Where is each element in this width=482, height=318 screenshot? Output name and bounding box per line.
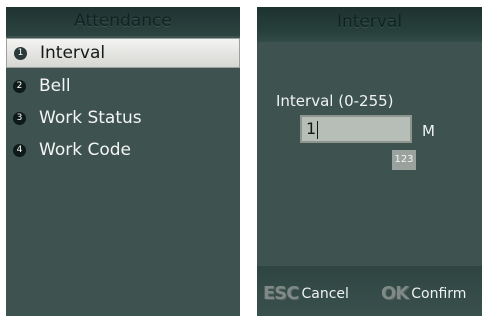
attendance-screen: Attendance 1 Interval 2 Bell 3 Work Stat… bbox=[6, 7, 240, 316]
cancel-label: Cancel bbox=[301, 285, 349, 302]
cancel-button[interactable]: ESC Cancel bbox=[263, 283, 349, 304]
menu-item-interval[interactable]: 1 Interval bbox=[6, 38, 240, 68]
menu-item-bell[interactable]: 2 Bell bbox=[6, 70, 240, 102]
number-badge-icon: 1 bbox=[14, 46, 27, 60]
menu-item-work-code[interactable]: 4 Work Code bbox=[6, 134, 240, 166]
number-badge-icon: 2 bbox=[13, 79, 26, 93]
input-mode-badge: 123 bbox=[392, 150, 416, 170]
confirm-label: Confirm bbox=[411, 285, 467, 302]
interval-value: 1 bbox=[306, 119, 317, 138]
text-cursor bbox=[317, 120, 319, 139]
menu-item-label: Work Status bbox=[39, 108, 142, 128]
screen-title: Attendance bbox=[6, 7, 240, 36]
confirm-button[interactable]: OK Confirm bbox=[381, 283, 466, 304]
number-badge-icon: 3 bbox=[13, 111, 26, 125]
number-badge-icon: 4 bbox=[13, 143, 26, 157]
esc-key-icon: ESC bbox=[263, 283, 299, 304]
unit-label: M bbox=[422, 122, 435, 140]
screen-title: Interval bbox=[257, 7, 482, 42]
menu-item-label: Work Code bbox=[39, 140, 131, 160]
interval-field-label: Interval (0-255) bbox=[276, 92, 394, 110]
interval-screen: Interval Interval (0-255) 1 M 123 ESC Ca… bbox=[257, 7, 482, 316]
menu-item-work-status[interactable]: 3 Work Status bbox=[6, 102, 240, 134]
attendance-menu: 1 Interval 2 Bell 3 Work Status 4 Work C… bbox=[6, 38, 240, 166]
menu-item-label: Bell bbox=[39, 76, 71, 96]
interval-input[interactable]: 1 bbox=[300, 115, 412, 143]
softkey-bar: ESC Cancel OK Confirm bbox=[257, 266, 482, 316]
menu-item-label: Interval bbox=[40, 43, 106, 63]
ok-key-icon: OK bbox=[381, 283, 409, 304]
